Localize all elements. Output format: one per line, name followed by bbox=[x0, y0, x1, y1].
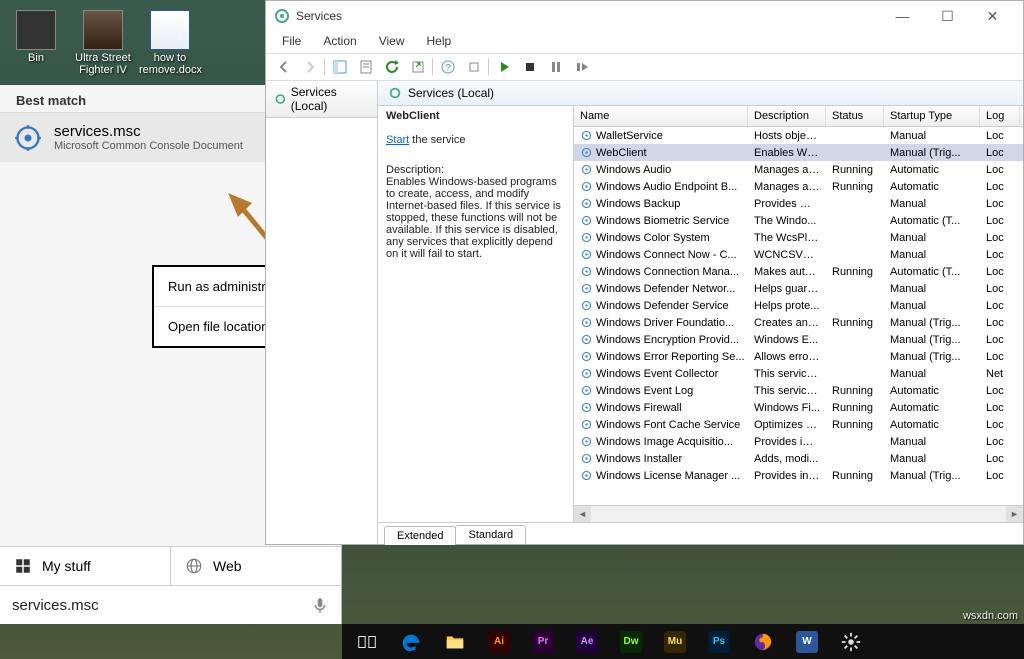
service-row[interactable]: Windows Encryption Provid...Windows E...… bbox=[574, 331, 1023, 348]
bottom-tabs: Extended Standard bbox=[378, 522, 1023, 544]
taskbar-muse[interactable]: Mu bbox=[654, 626, 696, 658]
watermark: wsxdn.com bbox=[963, 610, 1018, 622]
menu-view[interactable]: View bbox=[369, 31, 415, 53]
desktop-icon-bin[interactable]: Bin bbox=[5, 10, 67, 76]
close-button[interactable]: ✕ bbox=[970, 1, 1015, 31]
service-row[interactable]: WebClientEnables Win...Manual (Trig...Lo… bbox=[574, 144, 1023, 161]
taskbar-task-view[interactable] bbox=[346, 626, 388, 658]
restart-service-button[interactable] bbox=[570, 56, 594, 78]
taskbar: Ai Pr Ae Dw Mu Ps W bbox=[342, 624, 1024, 659]
menu-help[interactable]: Help bbox=[417, 31, 462, 53]
start-service-link[interactable]: Start bbox=[386, 134, 409, 146]
service-row[interactable]: Windows Defender Networ...Helps guard...… bbox=[574, 280, 1023, 297]
refresh-button[interactable] bbox=[380, 56, 404, 78]
description-text: Enables Windows-based programs to create… bbox=[386, 176, 565, 260]
tab-extended[interactable]: Extended bbox=[384, 526, 456, 545]
stop-service-button[interactable] bbox=[518, 56, 542, 78]
search-tab-mystuff[interactable]: My stuff bbox=[0, 547, 171, 585]
menu-file[interactable]: File bbox=[272, 31, 311, 53]
scroll-right-button[interactable]: ► bbox=[1006, 506, 1023, 523]
description-label: Description: bbox=[386, 164, 565, 176]
help-button[interactable]: ? bbox=[436, 56, 460, 78]
forward-button[interactable] bbox=[298, 56, 322, 78]
service-row[interactable]: Windows Event LogThis service ...Running… bbox=[574, 382, 1023, 399]
service-row[interactable]: Windows FirewallWindows Fi...RunningAuto… bbox=[574, 399, 1023, 416]
services-list: Name Description Status Startup Type Log… bbox=[574, 106, 1023, 522]
services-icon bbox=[274, 8, 290, 24]
windows-icon bbox=[14, 557, 32, 575]
service-row[interactable]: Windows Color SystemThe WcsPlu...ManualL… bbox=[574, 229, 1023, 246]
service-row[interactable]: Windows Error Reporting Se...Allows erro… bbox=[574, 348, 1023, 365]
services-icon bbox=[274, 92, 287, 106]
services-icon bbox=[388, 86, 402, 100]
service-row[interactable]: Windows BackupProvides Wi...ManualLoc bbox=[574, 195, 1023, 212]
service-row[interactable]: Windows Connect Now - C...WCNCSVC ...Man… bbox=[574, 246, 1023, 263]
column-headers: Name Description Status Startup Type Log bbox=[574, 106, 1023, 127]
taskbar-photoshop[interactable]: Ps bbox=[698, 626, 740, 658]
service-row[interactable]: Windows Image Acquisitio...Provides im..… bbox=[574, 433, 1023, 450]
gear-icon bbox=[14, 124, 42, 152]
detail-service-name: WebClient bbox=[386, 110, 565, 122]
taskbar-aftereffects[interactable]: Ae bbox=[566, 626, 608, 658]
service-row[interactable]: Windows Defender ServiceHelps prote...Ma… bbox=[574, 297, 1023, 314]
toolbar: ? bbox=[266, 53, 1023, 81]
search-result-subtitle: Microsoft Common Console Document bbox=[54, 140, 243, 152]
service-row[interactable]: Windows Biometric ServiceThe Windo...Aut… bbox=[574, 212, 1023, 229]
col-name[interactable]: Name bbox=[574, 106, 748, 126]
window-title: Services bbox=[296, 9, 342, 23]
service-row[interactable]: Windows License Manager ...Provides inf.… bbox=[574, 467, 1023, 484]
service-row[interactable]: Windows Driver Foundatio...Creates and..… bbox=[574, 314, 1023, 331]
scroll-left-button[interactable]: ◄ bbox=[574, 506, 591, 523]
taskbar-premiere[interactable]: Pr bbox=[522, 626, 564, 658]
show-hide-tree-button[interactable] bbox=[328, 56, 352, 78]
globe-icon bbox=[185, 557, 203, 575]
service-row[interactable]: Windows Connection Mana...Makes auto...R… bbox=[574, 263, 1023, 280]
titlebar[interactable]: Services — ☐ ✕ bbox=[266, 1, 1023, 31]
taskbar-explorer[interactable] bbox=[434, 626, 476, 658]
service-row[interactable]: Windows Audio Endpoint B...Manages au...… bbox=[574, 178, 1023, 195]
col-startup-type[interactable]: Startup Type bbox=[884, 106, 980, 126]
tree-node-services-local[interactable]: Services (Local) bbox=[266, 81, 377, 118]
detail-pane: WebClient Start the service Description:… bbox=[378, 106, 574, 522]
list-header: Services (Local) bbox=[378, 81, 1023, 106]
tree-pane: Services (Local) bbox=[266, 81, 378, 544]
properties-button[interactable] bbox=[354, 56, 378, 78]
services-window: Services — ☐ ✕ File Action View Help ? S… bbox=[265, 0, 1024, 545]
desktop-icons: Bin Ultra Street Fighter IV how to remov… bbox=[5, 10, 201, 76]
export-button[interactable] bbox=[406, 56, 430, 78]
start-service-button[interactable] bbox=[492, 56, 516, 78]
taskbar-dreamweaver[interactable]: Dw bbox=[610, 626, 652, 658]
taskbar-firefox[interactable] bbox=[742, 626, 784, 658]
pause-service-button[interactable] bbox=[544, 56, 568, 78]
desktop-icon-game[interactable]: Ultra Street Fighter IV bbox=[72, 10, 134, 76]
tab-standard[interactable]: Standard bbox=[455, 525, 526, 544]
search-query: services.msc bbox=[12, 597, 311, 614]
service-row[interactable]: WalletServiceHosts objec...ManualLoc bbox=[574, 127, 1023, 144]
horizontal-scrollbar[interactable]: ◄ ► bbox=[574, 505, 1023, 522]
taskbar-edge[interactable] bbox=[390, 626, 432, 658]
minimize-button[interactable]: — bbox=[880, 1, 925, 31]
col-logon[interactable]: Log bbox=[980, 106, 1020, 126]
search-scope-tabs: My stuff Web bbox=[0, 546, 341, 585]
service-row[interactable]: Windows Event CollectorThis service ...M… bbox=[574, 365, 1023, 382]
menu-action[interactable]: Action bbox=[313, 31, 366, 53]
service-row[interactable]: Windows Font Cache ServiceOptimizes p...… bbox=[574, 416, 1023, 433]
desktop-icon-docx[interactable]: how to remove.docx bbox=[139, 10, 201, 76]
menubar: File Action View Help bbox=[266, 31, 1023, 53]
search-input-box[interactable]: services.msc bbox=[0, 585, 341, 624]
microphone-icon[interactable] bbox=[311, 594, 329, 616]
maximize-button[interactable]: ☐ bbox=[925, 1, 970, 31]
search-tab-web[interactable]: Web bbox=[171, 547, 341, 585]
col-status[interactable]: Status bbox=[826, 106, 884, 126]
search-result-title: services.msc bbox=[54, 123, 243, 140]
service-row[interactable]: Windows InstallerAdds, modi...ManualLoc bbox=[574, 450, 1023, 467]
extra-button[interactable] bbox=[462, 56, 486, 78]
back-button[interactable] bbox=[272, 56, 296, 78]
taskbar-word[interactable]: W bbox=[786, 626, 828, 658]
taskbar-illustrator[interactable]: Ai bbox=[478, 626, 520, 658]
col-description[interactable]: Description bbox=[748, 106, 826, 126]
service-row[interactable]: Windows AudioManages au...RunningAutomat… bbox=[574, 161, 1023, 178]
taskbar-settings[interactable] bbox=[830, 626, 872, 658]
svg-text:?: ? bbox=[445, 63, 451, 74]
